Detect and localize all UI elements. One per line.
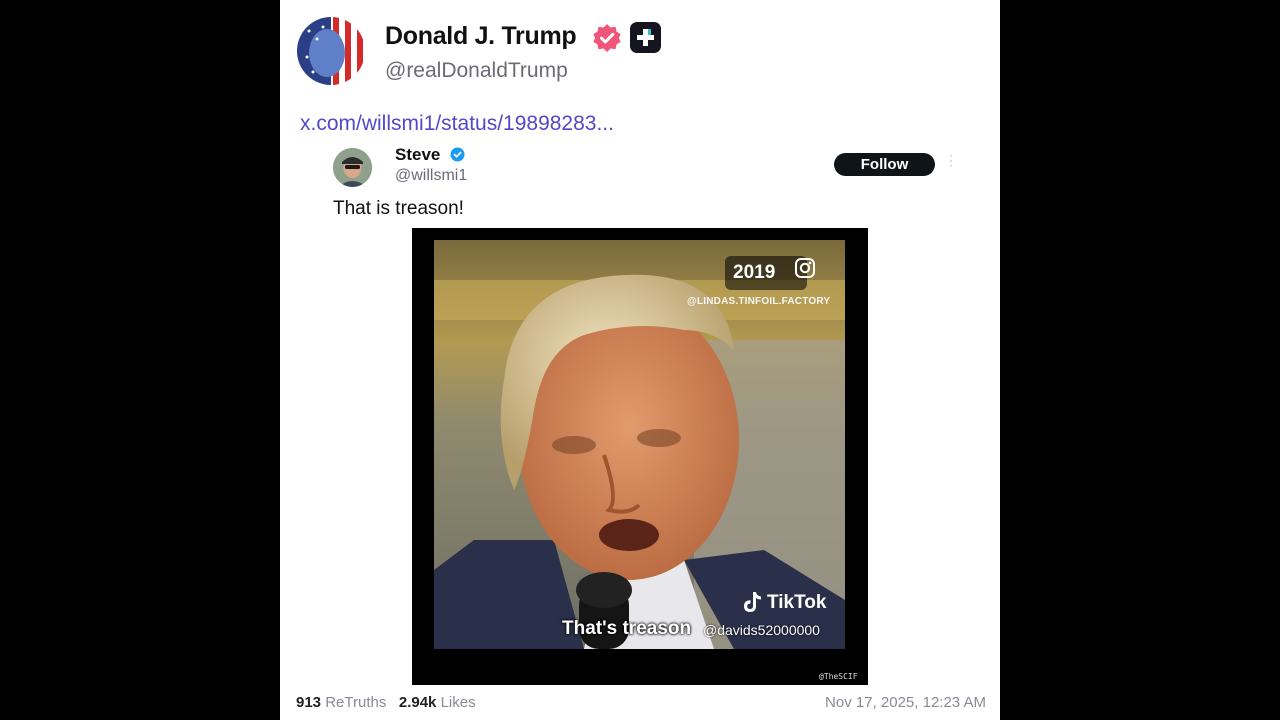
author-avatar[interactable]: [297, 17, 365, 85]
year-label: 2019: [733, 262, 776, 283]
retruths-label[interactable]: ReTruths: [325, 694, 386, 711]
instagram-icon: [795, 258, 815, 278]
person-photo-icon: [333, 148, 372, 187]
watermark: @TheSCIF: [819, 672, 858, 681]
embed-author-avatar[interactable]: [333, 148, 372, 187]
embed-author-name[interactable]: Steve: [395, 145, 440, 165]
follow-button[interactable]: Follow: [834, 153, 935, 176]
embed-post-text: That is treason!: [333, 198, 464, 219]
plus-badge-icon: [630, 22, 661, 53]
engagement-stats: 913 ReTruths 2.94k Likes: [296, 694, 476, 711]
quoted-post-link[interactable]: x.com/willsmi1/status/19898283...: [300, 112, 614, 136]
post-timestamp[interactable]: Nov 17, 2025, 12:23 AM: [825, 694, 986, 711]
video-frame: 2019 @LINDAS.TINFOIL.FACTORY TikTok @dav…: [434, 240, 845, 649]
author-handle[interactable]: @realDonaldTrump: [385, 59, 568, 83]
more-options-icon[interactable]: ⋮: [944, 153, 958, 167]
likes-count[interactable]: 2.94k: [399, 694, 437, 711]
verified-badge-icon: [593, 24, 621, 52]
tiktok-label: TikTok: [767, 592, 827, 613]
blue-verified-icon: [450, 147, 465, 162]
tiktok-handle: @davids52000000: [703, 622, 820, 638]
embed-author-handle[interactable]: @willsmi1: [395, 167, 467, 185]
flag-face-avatar-icon: [297, 17, 365, 85]
retruths-count[interactable]: 913: [296, 694, 321, 711]
video-player[interactable]: 2019 @LINDAS.TINFOIL.FACTORY TikTok @dav…: [412, 228, 868, 685]
tiktok-icon: [744, 592, 761, 612]
likes-label[interactable]: Likes: [441, 694, 476, 711]
video-caption: That's treason: [562, 618, 692, 639]
instagram-source-tag: @LINDAS.TINFOIL.FACTORY: [687, 296, 831, 307]
author-name[interactable]: Donald J. Trump: [385, 22, 577, 51]
post-card: Donald J. Trump @realDonaldTrump x.com/w…: [280, 0, 1000, 720]
